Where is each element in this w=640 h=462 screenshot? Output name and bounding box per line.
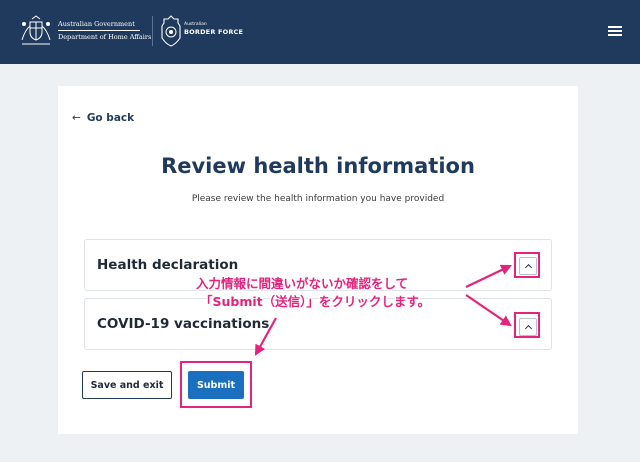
- accordion-title: COVID-19 vaccinations: [97, 316, 270, 332]
- logo-divider: [152, 16, 153, 46]
- save-and-exit-button[interactable]: Save and exit: [82, 371, 172, 399]
- go-back-link[interactable]: ← Go back: [72, 112, 134, 124]
- coat-of-arms-icon: [21, 15, 51, 45]
- hamburger-menu-icon[interactable]: [604, 24, 626, 40]
- menu-bar: [608, 30, 622, 32]
- government-wordmark: Australian Government Department of Home…: [58, 20, 151, 41]
- chevron-up-icon: [524, 263, 533, 272]
- accordion-toggle-button[interactable]: [519, 318, 537, 336]
- wordmark-rule: [58, 30, 140, 31]
- border-force-wordmark: Australian BORDER FORCE: [184, 22, 243, 36]
- submit-button[interactable]: Submit: [188, 371, 244, 399]
- go-back-label: Go back: [86, 112, 135, 124]
- chevron-up-icon: [524, 324, 533, 333]
- border-force-logo[interactable]: Australian BORDER FORCE: [160, 14, 243, 48]
- top-navigation-bar: Australian Government Department of Home…: [0, 0, 640, 64]
- page-subtitle: Please review the health information you…: [191, 194, 445, 204]
- annotation-line-1: 入力情報に間違いがないか確認をして: [196, 276, 409, 291]
- border-force-badge-icon: [161, 15, 181, 47]
- australian-government-logo[interactable]: Australian Government Department of Home…: [18, 14, 151, 48]
- arrow-left-icon: ←: [72, 112, 81, 124]
- instruction-annotation: 入力情報に間違いがないか確認をして 「Submit（送信）」をクリックします。: [196, 275, 430, 311]
- annotation-line-2: 「Submit（送信）」をクリックします。: [200, 294, 431, 309]
- page-title: Review health information: [161, 154, 475, 178]
- border-force-name: BORDER FORCE: [184, 28, 244, 36]
- department-name: Department of Home Affairs: [58, 33, 152, 41]
- accordion-title: Health declaration: [97, 257, 239, 273]
- menu-bar: [608, 34, 622, 36]
- government-name: Australian Government: [58, 20, 135, 28]
- accordion-toggle-button[interactable]: [519, 257, 537, 275]
- menu-bar: [608, 26, 622, 28]
